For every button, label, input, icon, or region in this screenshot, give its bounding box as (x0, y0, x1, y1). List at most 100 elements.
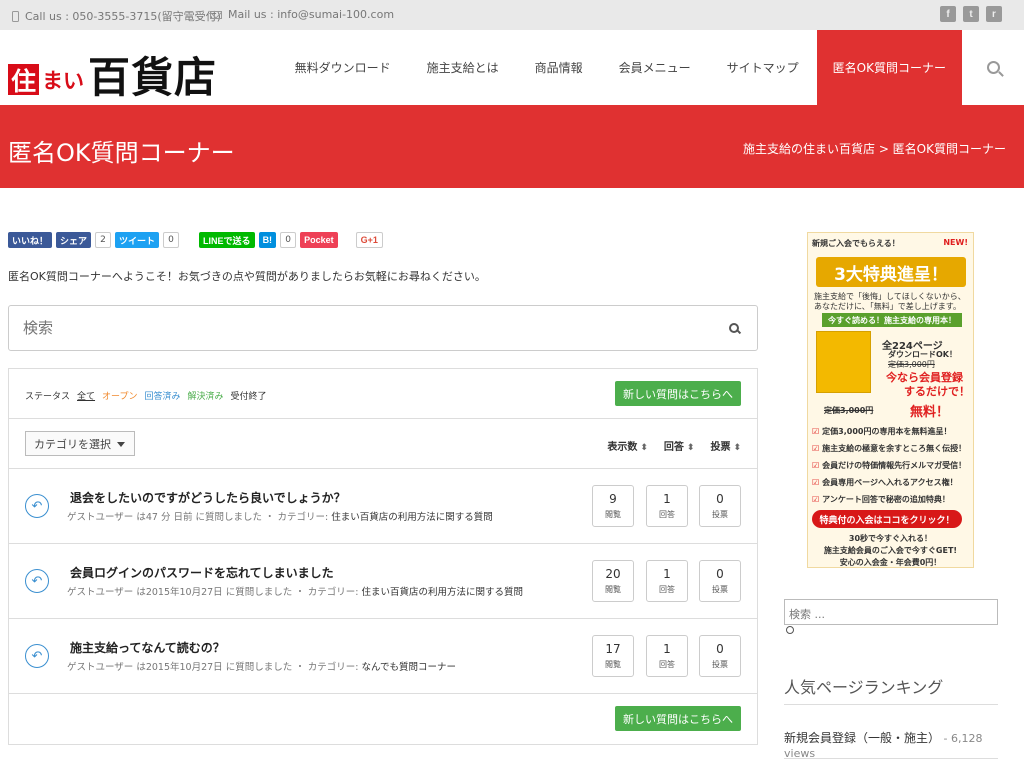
nav-members[interactable]: 会員メニュー (601, 30, 709, 105)
answers-stat: 1 回答 (646, 635, 688, 677)
sidebar-search-input[interactable]: 検索 ... (784, 599, 998, 625)
ad-header: 新規ご入会でもらえる！ (812, 239, 900, 248)
ad-footer: 30秒で今すぐ入れる！ 施主支給会員のご入会で今すぐGET! 安心の入会金・年会… (823, 534, 958, 567)
ad-green-banner: 今すぐ読める！施主支給の専用本！ (822, 313, 962, 327)
status-label: ステータス (25, 392, 71, 402)
question-title[interactable]: 退会をしたいのですがどうしたら良いでしょうか？ (70, 489, 346, 506)
top-bar: Call us : 050-3555-3715(留守電受付) Mail us :… (0, 0, 1024, 30)
sort-views[interactable]: 表示数 (607, 438, 648, 453)
sort-votes[interactable]: 投票 (710, 438, 741, 453)
question-title[interactable]: 施主支給ってなんて読むの？ (70, 639, 225, 656)
status-all[interactable]: 全て (77, 389, 95, 402)
question-panel: ステータス 全て オープン 回答済み 解決済み 受付終了 新しい質問はこちらへ … (8, 368, 758, 745)
answers-stat: 1 回答 (646, 485, 688, 527)
question-meta: ゲストユーザー は47 分 日前 に質問しました ・ カテゴリー: 住まい百貨店… (67, 512, 493, 523)
site-logo[interactable]: 住 まい 百貨店 (8, 44, 217, 105)
main-content: いいね！ シェア 2 ツイート 0 LINEで送る B! 0 Pocket G+… (8, 230, 758, 745)
search-icon[interactable] (987, 61, 1000, 74)
new-question-button[interactable]: 新しい質問はこちらへ (615, 381, 741, 406)
divider (784, 758, 998, 759)
status-filter: ステータス 全て オープン 回答済み 解決済み 受付終了 (25, 389, 267, 402)
ad-title: 3大特典進呈！ (816, 257, 966, 287)
question-category[interactable]: なんでも質問コーナー (361, 662, 456, 673)
mail-contact: Mail us : info@sumai-100.com (210, 8, 394, 21)
votes-stat: 0 投票 (699, 635, 741, 677)
nav-sitemap[interactable]: サイトマップ (709, 30, 817, 105)
question-row: ↶ 施主支給ってなんて読むの？ ゲストユーザー は2015年10月27日 に質問… (9, 619, 757, 694)
votes-stat: 0 投票 (699, 485, 741, 527)
page-title: 匿名OK質問コーナー (8, 139, 235, 167)
question-title[interactable]: 会員ログインのパスワードを忘れてしまいました (70, 564, 334, 581)
reply-icon: ↶ (25, 569, 49, 593)
pocket-button[interactable]: Pocket (300, 232, 338, 248)
question-category[interactable]: 住まい百貨店の利用方法に関する質問 (331, 512, 493, 523)
facebook-like-button[interactable]: いいね！ (8, 232, 53, 248)
rss-icon[interactable]: r (986, 6, 1002, 22)
phone-contact: Call us : 050-3555-3715(留守電受付) (12, 8, 221, 24)
site-header: 住 まい 百貨店 無料ダウンロード 施主支給とは 商品情報 会員メニュー サイト… (0, 30, 1024, 105)
question-row: ↶ 退会をしたいのですがどうしたら良いでしょうか？ ゲストユーザー は47 分 … (9, 469, 757, 544)
sort-row: カテゴリを選択 表示数 回答 投票 (9, 419, 757, 469)
nav-about[interactable]: 施主支給とは (409, 30, 517, 105)
search-icon[interactable] (729, 323, 739, 333)
twitter-icon[interactable]: t (963, 6, 979, 22)
category-select[interactable]: カテゴリを選択 (25, 431, 135, 456)
google-plus-button[interactable]: G+1 (355, 232, 383, 248)
sort-answers[interactable]: 回答 (664, 438, 695, 453)
social-links: f t r (940, 6, 1002, 22)
nav-products[interactable]: 商品情報 (517, 30, 601, 105)
phone-text: Call us : 050-3555-3715(留守電受付) (25, 10, 221, 23)
facebook-share-button[interactable]: シェア (56, 232, 92, 248)
share-count: 2 (95, 232, 112, 248)
sort-options: 表示数 回答 投票 (607, 438, 741, 453)
ad-benefit-list: ☑ 定価3,000円の専用本を無料進呈！ ☑ 施主支給の極意を余すところ無く伝授！ … (812, 427, 967, 504)
status-filter-row: ステータス 全て オープン 回答済み 解決済み 受付終了 新しい質問はこちらへ (9, 369, 757, 419)
question-search-box (8, 305, 758, 351)
phone-icon (12, 10, 19, 22)
hatena-button[interactable]: B! (258, 232, 277, 248)
votes-stat: 0 投票 (699, 560, 741, 602)
question-meta: ゲストユーザー は2015年10月27日 に質問しました ・ カテゴリー: 住ま… (67, 587, 523, 598)
mail-icon (210, 10, 222, 19)
question-search-input[interactable] (23, 319, 673, 337)
facebook-icon[interactable]: f (940, 6, 956, 22)
line-button[interactable]: LINEで送る (199, 232, 255, 248)
status-open[interactable]: オープン (102, 389, 137, 402)
ad-free-old: 定価3,000円 (824, 406, 874, 415)
membership-ad-banner[interactable]: 新規ご入会でもらえる！ NEW! 3大特典進呈！ 施主支給で「後悔」してほしくな… (807, 232, 974, 568)
ranking-heading: 人気ページランキング (784, 678, 944, 697)
reply-icon: ↶ (25, 644, 49, 668)
logo-big: 百貨店 (88, 53, 218, 102)
welcome-text: 匿名OK質問コーナーへようこそ！お気づきの点や質問がありましたらお気軽にお尋ねく… (8, 270, 486, 283)
ad-new-badge: NEW! (943, 238, 968, 247)
breadcrumb[interactable]: 施主支給の住まい百貨店 > 匿名OK質問コーナー (743, 140, 1006, 157)
nav-download[interactable]: 無料ダウンロード (277, 30, 409, 105)
ad-cta-button[interactable]: 特典付の入会はココをクリック！ (812, 510, 962, 528)
book-image (816, 331, 871, 393)
ranking-item[interactable]: 新規会員登録（一般・施主） - 6,128 views (784, 729, 998, 760)
status-closed[interactable]: 受付終了 (231, 389, 267, 402)
nav-qa[interactable]: 匿名OK質問コーナー (816, 30, 962, 105)
ad-now2: するだけで！ (904, 385, 970, 398)
question-category[interactable]: 住まい百貨店の利用方法に関する質問 (361, 587, 523, 598)
search-icon[interactable] (786, 626, 794, 634)
views-stat: 17 閲覧 (592, 635, 634, 677)
logo-box: 住 (8, 64, 39, 96)
logo-small: まい (42, 68, 84, 93)
bottom-row: 新しい質問はこちらへ (9, 694, 757, 744)
ad-line2: あなただけに、「無料」で差し上げます。 (814, 302, 961, 311)
views-stat: 20 閲覧 (592, 560, 634, 602)
question-row: ↶ 会員ログインのパスワードを忘れてしまいました ゲストユーザー は2015年1… (9, 544, 757, 619)
status-answered[interactable]: 回答済み (145, 389, 181, 402)
tweet-button[interactable]: ツイート (115, 232, 160, 248)
status-resolved[interactable]: 解決済み (188, 389, 224, 402)
question-meta: ゲストユーザー は2015年10月27日 に質問しました ・ カテゴリー: なん… (67, 662, 456, 673)
ad-free: 無料！ (910, 405, 950, 420)
main-nav: 無料ダウンロード 施主支給とは 商品情報 会員メニュー サイトマップ 匿名OK質… (277, 30, 962, 105)
divider (784, 704, 998, 705)
views-stat: 9 閲覧 (592, 485, 634, 527)
new-question-button[interactable]: 新しい質問はこちらへ (615, 706, 741, 731)
tweet-count: 0 (163, 232, 180, 248)
share-buttons: いいね！ シェア 2 ツイート 0 LINEで送る B! 0 Pocket G+… (8, 230, 758, 250)
mail-text[interactable]: Mail us : info@sumai-100.com (228, 8, 394, 21)
